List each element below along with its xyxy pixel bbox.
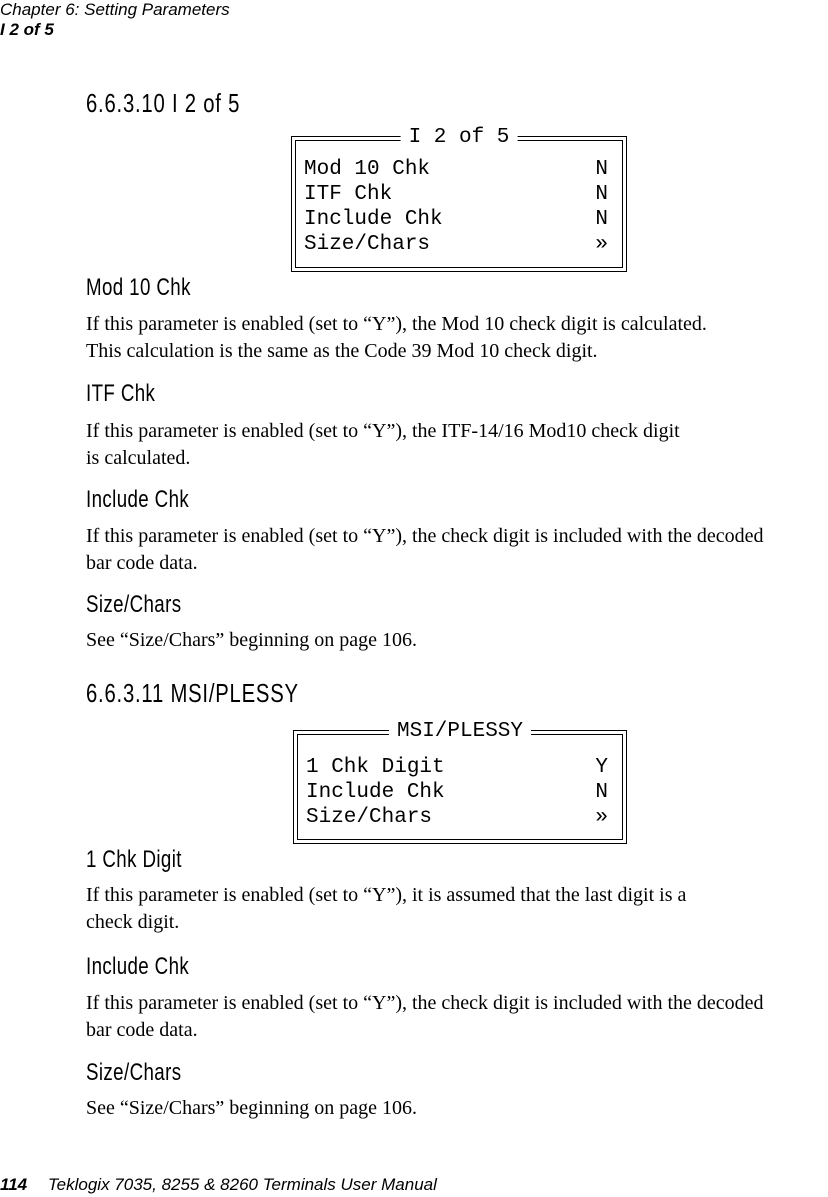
lcd-row-label: Size/Chars (304, 233, 431, 256)
section-header: I 2 of 5 (0, 20, 54, 39)
lcd-row[interactable]: 1 Chk Digit Y (306, 755, 608, 780)
lcd-row[interactable]: Include Chk N (304, 207, 608, 232)
lcd-row-value: » (595, 233, 608, 256)
param-title: Include Chk (86, 953, 190, 980)
lcd-row-label: Include Chk (306, 781, 445, 804)
param-description: See “Size/Chars” beginning on page 106. (86, 1097, 418, 1119)
lcd-title: I 2 of 5 (400, 127, 518, 149)
param-title: Size/Chars (86, 1059, 182, 1086)
section-title-i2of5: 6.6.3.10 I 2 of 5 (86, 88, 241, 118)
lcd-screen-i2of5: I 2 of 5 Mod 10 Chk N ITF Chk N Include … (291, 127, 627, 272)
param-description: If this parameter is enabled (set to “Y”… (86, 992, 764, 1041)
manual-title: Teklogix 7035, 8255 & 8260 Terminals Use… (47, 1175, 437, 1194)
lcd-row-value: » (595, 806, 608, 829)
lcd-row[interactable]: ITF Chk N (304, 182, 608, 207)
param-description: If this parameter is enabled (set to “Y”… (86, 525, 764, 574)
section-title-msi-plessy: 6.6.3.11 MSI/PLESSY (86, 678, 299, 708)
lcd-row-value: N (595, 208, 608, 231)
lcd-row[interactable]: Mod 10 Chk N (304, 157, 608, 182)
lcd-row-label: 1 Chk Digit (306, 756, 445, 779)
lcd-row-label: ITF Chk (304, 183, 393, 206)
param-description: If this parameter is enabled (set to “Y”… (86, 313, 707, 362)
page-number: 114 (0, 1175, 28, 1194)
lcd-row-value: N (595, 183, 608, 206)
param-title: Size/Chars (86, 591, 182, 618)
chapter-header: Chapter 6: Setting Parameters (0, 0, 230, 19)
lcd-title: MSI/PLESSY (388, 721, 532, 743)
param-title: Mod 10 Chk (86, 274, 191, 301)
lcd-row-label: Size/Chars (306, 806, 433, 829)
lcd-row[interactable]: Size/Chars » (304, 232, 608, 257)
param-description: If this parameter is enabled (set to “Y”… (86, 884, 687, 933)
lcd-row-value: N (595, 781, 608, 804)
lcd-row-label: Mod 10 Chk (304, 158, 431, 181)
page-footer: 114 Teklogix 7035, 8255 & 8260 Terminals… (0, 1175, 437, 1195)
param-title: 1 Chk Digit (86, 846, 182, 873)
lcd-row-value: N (595, 158, 608, 181)
lcd-row[interactable]: Include Chk N (306, 780, 608, 805)
param-title: Include Chk (86, 486, 190, 513)
param-description: See “Size/Chars” beginning on page 106. (86, 629, 418, 651)
lcd-screen-msi-plessy: MSI/PLESSY 1 Chk Digit Y Include Chk N S… (293, 721, 627, 844)
lcd-row[interactable]: Size/Chars » (306, 805, 608, 830)
lcd-row-label: Include Chk (304, 208, 443, 231)
param-title: ITF Chk (86, 380, 156, 407)
lcd-row-value: Y (595, 756, 608, 779)
param-description: If this parameter is enabled (set to “Y”… (86, 420, 680, 469)
